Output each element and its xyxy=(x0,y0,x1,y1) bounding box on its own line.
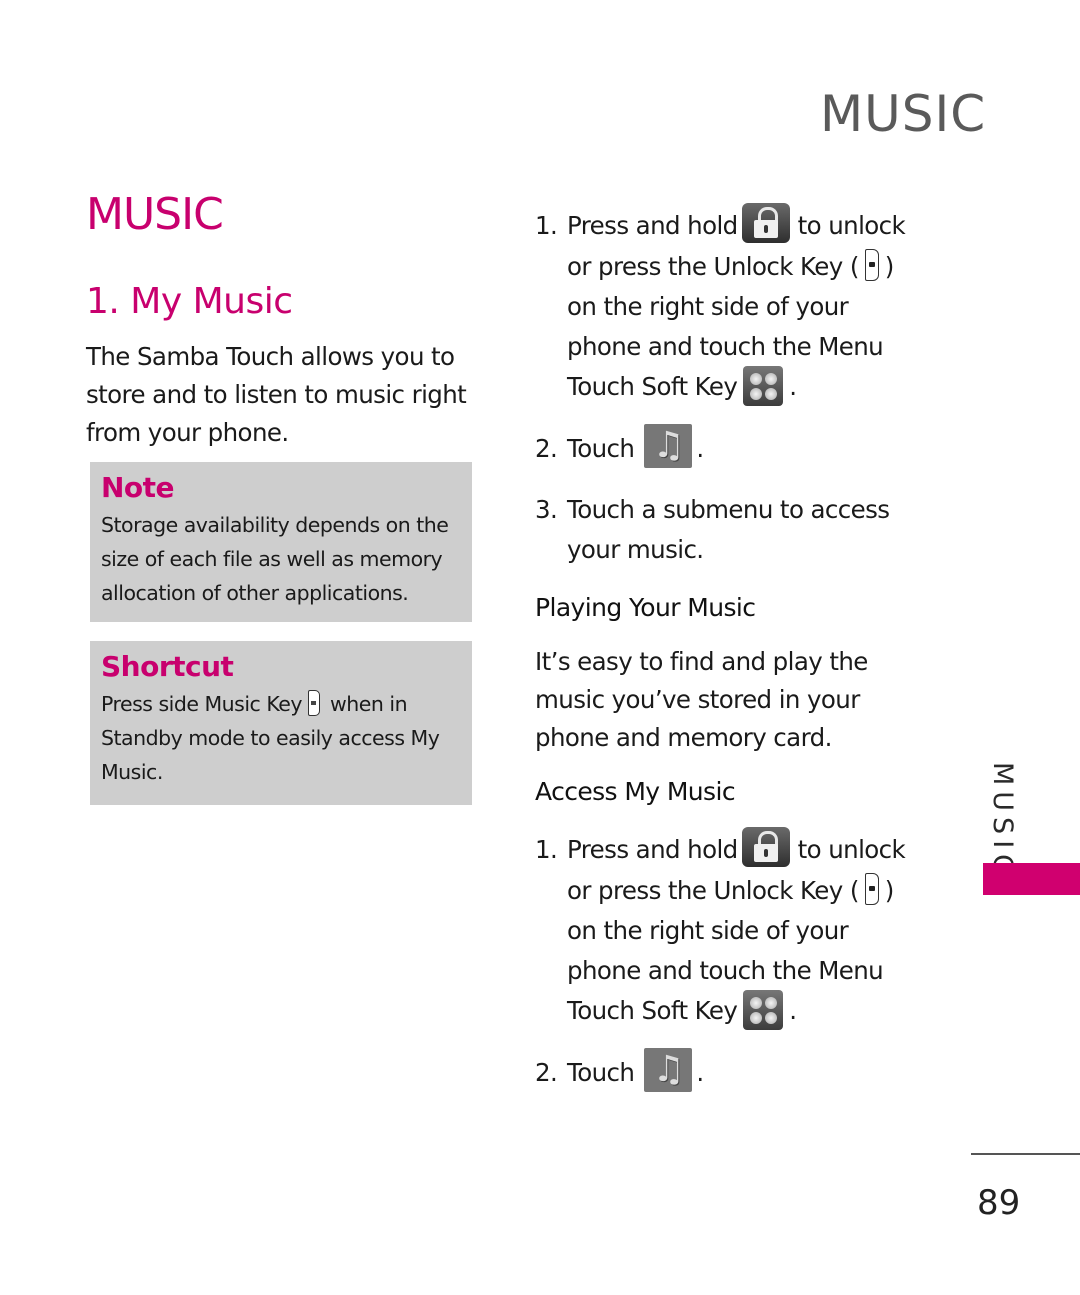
step-text: . xyxy=(696,1058,704,1087)
step-text: or press the Unlock Key ( xyxy=(567,876,859,905)
step-number: 1. xyxy=(535,211,558,240)
subsection-title: 1. My Music xyxy=(86,281,293,322)
shortcut-box: Shortcut Press side Music Key when in Sta… xyxy=(90,641,472,805)
shortcut-text: Press side Music Key when in Standby mode… xyxy=(101,687,460,789)
step-text: phone and touch the Menu xyxy=(567,332,884,361)
side-tab-marker xyxy=(983,863,1080,895)
menu-grid-icon xyxy=(743,990,784,1030)
step-text: to unlock xyxy=(797,211,906,240)
page-header-title: MUSIC xyxy=(820,85,987,143)
shortcut-text-before: Press side Music Key xyxy=(101,692,303,716)
step-text: Touch a submenu to access xyxy=(567,495,890,524)
step-text: on the right side of your xyxy=(567,292,849,321)
shortcut-title: Shortcut xyxy=(101,650,234,683)
step-text: to unlock xyxy=(797,835,906,864)
intro-paragraph: The Samba Touch allows you to store and … xyxy=(86,342,467,447)
step-1: 1. Press and hold to unlock or press the U… xyxy=(535,203,906,408)
step-text: . xyxy=(789,996,797,1025)
menu-grid-icon xyxy=(743,366,784,406)
section-title: MUSIC xyxy=(86,189,224,240)
step-2: 2. Touch ♫. xyxy=(535,424,704,472)
music-note-icon: ♫ xyxy=(644,424,693,468)
access-step-1: 1. Press and hold to unlock or press the U… xyxy=(535,827,906,1032)
step-text: Press and hold xyxy=(567,835,738,864)
step-number: 2. xyxy=(535,1058,558,1087)
step-number: 2. xyxy=(535,434,558,463)
unlock-key-icon xyxy=(864,249,879,281)
step-text: or press the Unlock Key ( xyxy=(567,252,859,281)
step-text: on the right side of your xyxy=(567,916,849,945)
music-key-icon xyxy=(308,690,320,716)
step-text: Touch xyxy=(567,434,635,463)
step-text: ) xyxy=(884,252,895,281)
unlock-key-icon xyxy=(864,873,879,905)
step-text: Touch Soft Key xyxy=(567,372,738,401)
step-text: Touch Soft Key xyxy=(567,996,738,1025)
note-title: Note xyxy=(101,471,175,504)
access-heading: Access My Music xyxy=(535,777,736,806)
playing-heading: Playing Your Music xyxy=(535,593,756,622)
step-text: . xyxy=(789,372,797,401)
step-3: 3. Touch a submenu to access your music. xyxy=(535,490,890,570)
footer-divider xyxy=(971,1153,1080,1155)
lock-icon xyxy=(741,203,790,243)
access-step-2: 2. Touch ♫. xyxy=(535,1048,704,1096)
step-text: phone and touch the Menu xyxy=(567,956,884,985)
note-text: Storage availability depends on the size… xyxy=(101,513,449,605)
music-note-icon: ♫ xyxy=(644,1048,693,1092)
note-box: Note Storage availability depends on the… xyxy=(90,462,472,622)
step-text: your music. xyxy=(567,535,704,564)
page-number: 89 xyxy=(977,1183,1021,1223)
step-number: 1. xyxy=(535,835,558,864)
side-tab-label: MUSIC xyxy=(987,762,1018,880)
step-text: Touch xyxy=(567,1058,635,1087)
step-text: Press and hold xyxy=(567,211,738,240)
playing-text: It’s easy to find and play the music you… xyxy=(535,647,868,752)
step-number: 3. xyxy=(535,495,558,524)
step-text: . xyxy=(696,434,704,463)
lock-icon xyxy=(741,827,790,867)
step-text: ) xyxy=(884,876,895,905)
